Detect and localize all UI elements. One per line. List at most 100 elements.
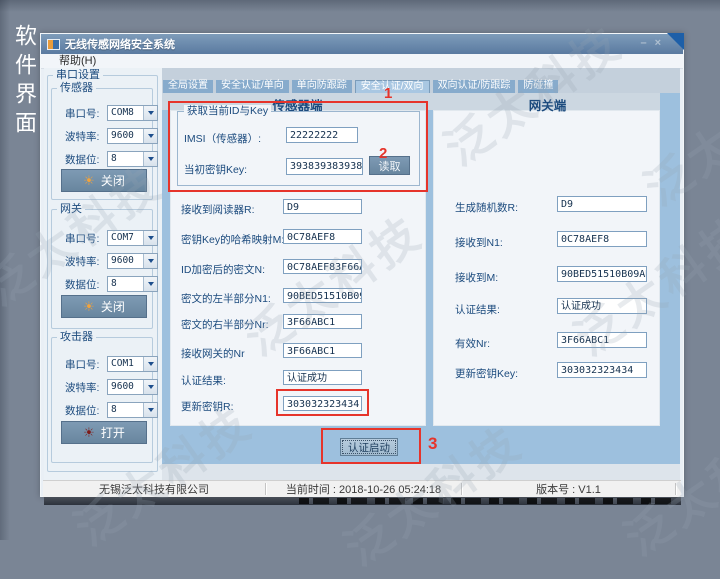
close-button[interactable]: × bbox=[655, 37, 661, 50]
sensor-baud-row: 波特率: 9600 bbox=[65, 128, 158, 144]
attacker-baud-row: 波特率: 9600 bbox=[65, 379, 158, 395]
port-label: 串口号: bbox=[65, 231, 105, 246]
baud-label: 波特率: bbox=[65, 129, 105, 144]
attacker-databits-row: 数据位: 8 bbox=[65, 402, 158, 418]
tab-oneway-antitracking[interactable]: 单向防跟踪 bbox=[292, 80, 352, 93]
status-current-time: 当前时间 : 2018-10-26 05:24:18 bbox=[266, 481, 461, 497]
annotation-step-1: 1 bbox=[384, 85, 392, 102]
top-vignette bbox=[0, 0, 720, 12]
initial-key-label: 当初密钥Key: bbox=[184, 162, 247, 177]
gateway-port-select[interactable]: COM7 bbox=[107, 230, 158, 246]
chevron-down-icon[interactable] bbox=[143, 152, 157, 166]
port-label: 串口号: bbox=[65, 106, 105, 121]
chevron-down-icon[interactable] bbox=[143, 106, 157, 120]
tab-auth-oneway[interactable]: 安全认证/单向 bbox=[216, 80, 289, 93]
gateway-baud-select[interactable]: 9600 bbox=[107, 253, 158, 269]
chevron-down-icon[interactable] bbox=[143, 254, 157, 268]
auth-start-button[interactable]: 认证启动 bbox=[340, 438, 398, 456]
page-fold-decoration bbox=[667, 33, 684, 50]
field-input[interactable]: 0C78AEF8 bbox=[557, 231, 647, 247]
taskbar-sliver-marks bbox=[299, 498, 679, 504]
group-sensor-serial: 传感器 串口号: COM8 波特率: 9600 数据位: 8 ☀ 关闭 bbox=[51, 88, 153, 200]
sensor-close-port-button[interactable]: ☀ 关闭 bbox=[61, 169, 147, 192]
field-input[interactable]: 303032323434 bbox=[557, 362, 647, 378]
group-get-id-key-label: 获取当前ID与Key bbox=[184, 105, 271, 118]
field-input[interactable]: 3F66ABC1 bbox=[283, 314, 362, 329]
field-input[interactable]: 0C78AEF8 bbox=[283, 229, 362, 244]
field-input[interactable]: 认证成功 bbox=[557, 298, 647, 314]
window-title: 无线传感网络安全系统 bbox=[65, 36, 175, 52]
status-bar: 无锡泛太科技有限公司 当前时间 : 2018-10-26 05:24:18 版本… bbox=[43, 480, 681, 497]
annotation-step-2: 2 bbox=[379, 145, 387, 162]
imsi-input[interactable]: 22222222 bbox=[286, 127, 358, 143]
annotation-step-3: 3 bbox=[428, 434, 437, 454]
field-label: 接收网关的Nr bbox=[181, 346, 245, 361]
field-input[interactable]: 0C78AEF83F66ABC1 bbox=[283, 259, 362, 274]
sensor-port-row: 串口号: COM8 bbox=[65, 105, 158, 121]
gateway-panel-header: 网关端 bbox=[495, 95, 600, 114]
field-label: 认证结果: bbox=[181, 373, 226, 388]
gateway-baud-row: 波特率: 9600 bbox=[65, 253, 158, 269]
attacker-open-port-button[interactable]: ☀ 打开 bbox=[61, 421, 147, 444]
title-bar[interactable]: 无线传感网络安全系统 – × bbox=[41, 34, 683, 54]
chevron-down-icon[interactable] bbox=[143, 277, 157, 291]
group-gateway-serial: 网关 串口号: COM7 波特率: 9600 数据位: 8 ☀ 关闭 bbox=[51, 209, 153, 329]
gateway-close-port-button[interactable]: ☀ 关闭 bbox=[61, 295, 147, 318]
initial-key-input[interactable]: 393839383938 bbox=[286, 158, 363, 175]
field-label: 生成随机数R: bbox=[455, 200, 518, 215]
field-label: 更新密钥Key: bbox=[455, 366, 518, 381]
databits-label: 数据位: bbox=[65, 403, 105, 418]
gateway-databits-select[interactable]: 8 bbox=[107, 276, 158, 292]
tab-anticollision[interactable]: 防碰撞 bbox=[518, 80, 558, 93]
bottom-strip bbox=[162, 464, 680, 480]
group-gateway-serial-label: 网关 bbox=[57, 203, 85, 216]
databits-label: 数据位: bbox=[65, 152, 105, 167]
chevron-down-icon[interactable] bbox=[143, 380, 157, 394]
field-input[interactable]: D9 bbox=[557, 196, 647, 212]
read-button[interactable]: 读取 bbox=[369, 156, 410, 175]
baud-label: 波特率: bbox=[65, 254, 105, 269]
attacker-port-select[interactable]: COM1 bbox=[107, 356, 158, 372]
field-label: 密钥Key的哈希映射M: bbox=[181, 232, 284, 247]
tab-twoway-auth-antitracking[interactable]: 双向认证/防跟踪 bbox=[433, 80, 516, 93]
status-divider bbox=[675, 483, 676, 495]
sensor-baud-select[interactable]: 9600 bbox=[107, 128, 158, 144]
field-input[interactable]: 认证成功 bbox=[283, 370, 362, 385]
field-label: 密文的右半部分Nr: bbox=[181, 317, 269, 332]
chevron-down-icon[interactable] bbox=[143, 129, 157, 143]
field-input[interactable]: 3F66ABC1 bbox=[557, 332, 647, 348]
menu-item-help[interactable]: 帮助(H) bbox=[59, 55, 96, 67]
imsi-label: IMSI（传感器）: bbox=[184, 131, 261, 146]
attacker-baud-select[interactable]: 9600 bbox=[107, 379, 158, 395]
app-icon bbox=[47, 39, 60, 50]
field-label: ID加密后的密文N: bbox=[181, 262, 265, 277]
sun-icon: ☀ bbox=[83, 174, 95, 187]
group-serial-settings-label: 串口设置 bbox=[53, 69, 103, 82]
sensor-databits-select[interactable]: 8 bbox=[107, 151, 158, 167]
field-input[interactable]: 303032323434 bbox=[283, 396, 362, 411]
minimize-button[interactable]: – bbox=[640, 37, 646, 50]
field-label: 接收到阅读器R: bbox=[181, 202, 255, 217]
field-label: 认证结果: bbox=[455, 302, 500, 317]
field-label: 接收到N1: bbox=[455, 235, 503, 250]
chevron-down-icon[interactable] bbox=[143, 231, 157, 245]
field-input[interactable]: 90BED51510B09AD5 bbox=[557, 266, 647, 282]
field-label: 更新密钥R: bbox=[181, 399, 234, 414]
sensor-port-select[interactable]: COM8 bbox=[107, 105, 158, 121]
chevron-down-icon[interactable] bbox=[143, 403, 157, 417]
field-input[interactable]: 90BED51510B09AD5 bbox=[283, 288, 362, 303]
taskbar-sliver bbox=[44, 497, 681, 505]
attacker-databits-select[interactable]: 8 bbox=[107, 402, 158, 418]
field-input[interactable]: 3F66ABC1 bbox=[283, 343, 362, 358]
attacker-port-row: 串口号: COM1 bbox=[65, 356, 158, 372]
field-input[interactable]: D9 bbox=[283, 199, 362, 214]
chevron-down-icon[interactable] bbox=[143, 357, 157, 371]
port-label: 串口号: bbox=[65, 357, 105, 372]
status-company: 无锡泛太科技有限公司 bbox=[43, 481, 265, 497]
gateway-databits-row: 数据位: 8 bbox=[65, 276, 158, 292]
field-label: 密文的左半部分N1: bbox=[181, 291, 271, 306]
group-attacker-serial: 攻击器 串口号: COM1 波特率: 9600 数据位: 8 ☀ 打开 bbox=[51, 337, 153, 463]
tab-global-settings[interactable]: 全局设置 bbox=[163, 80, 213, 93]
group-sensor-serial-label: 传感器 bbox=[57, 82, 96, 95]
tab-strip: 全局设置 安全认证/单向 单向防跟踪 安全认证/双向 双向认证/防跟踪 防碰撞 bbox=[163, 80, 558, 93]
